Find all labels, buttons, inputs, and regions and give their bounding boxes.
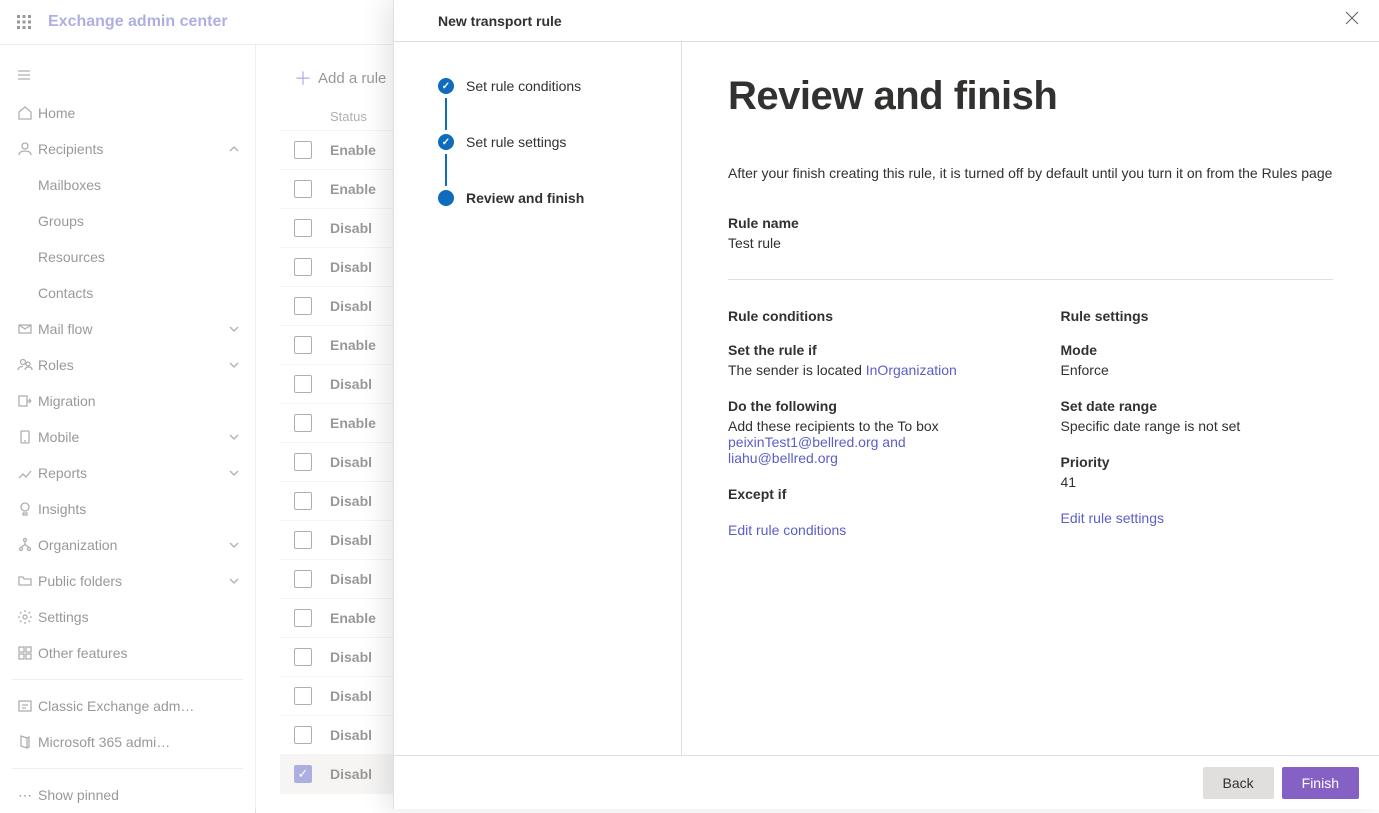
finish-button[interactable]: Finish (1282, 767, 1359, 799)
panel-title: New transport rule (438, 13, 562, 29)
date-range-label: Set date range (1061, 398, 1334, 414)
rule-name-value: Test rule (728, 235, 1333, 251)
review-heading: Review and finish (728, 74, 1333, 119)
priority-label: Priority (1061, 454, 1334, 470)
wizard-step-conditions[interactable]: Set rule conditions (438, 74, 657, 98)
wizard-step-review[interactable]: Review and finish (438, 186, 657, 210)
rule-name-label: Rule name (728, 215, 1333, 231)
step-done-icon (438, 78, 454, 94)
do-following-value: Add these recipients to the To box (728, 418, 1001, 434)
review-intro: After your finish creating this rule, it… (728, 165, 1333, 181)
section-title: Rule conditions (728, 308, 1001, 324)
review-content: Review and finish After your finish crea… (682, 42, 1379, 755)
in-organization-link[interactable]: InOrganization (866, 362, 957, 378)
wizard-step-settings[interactable]: Set rule settings (438, 130, 657, 154)
wizard-steps: Set rule conditions Set rule settings Re… (394, 42, 682, 755)
set-if-label: Set the rule if (728, 342, 1001, 358)
panel-header: New transport rule (394, 0, 1379, 42)
set-if-value: The sender is located InOrganization (728, 362, 1001, 378)
divider (728, 279, 1333, 280)
recipients-link[interactable]: peixinTest1@bellred.org and liahu@bellre… (728, 434, 1001, 466)
mode-value: Enforce (1061, 362, 1334, 378)
panel-footer: Back Finish (394, 755, 1379, 809)
priority-value: 41 (1061, 474, 1334, 490)
step-label: Set rule conditions (466, 78, 581, 94)
except-if-label: Except if (728, 486, 1001, 502)
set-if-text: The sender is located (728, 362, 866, 378)
step-label: Review and finish (466, 190, 584, 206)
step-active-icon (438, 190, 454, 206)
step-label: Set rule settings (466, 134, 566, 150)
mode-label: Mode (1061, 342, 1334, 358)
edit-settings-link[interactable]: Edit rule settings (1061, 510, 1334, 526)
back-button[interactable]: Back (1203, 767, 1274, 799)
section-title: Rule settings (1061, 308, 1334, 324)
date-range-value: Specific date range is not set (1061, 418, 1334, 434)
close-button[interactable] (1345, 11, 1359, 30)
step-done-icon (438, 134, 454, 150)
new-rule-panel: New transport rule Set rule conditions S… (393, 0, 1379, 809)
do-following-label: Do the following (728, 398, 1001, 414)
close-icon (1345, 11, 1359, 25)
edit-conditions-link[interactable]: Edit rule conditions (728, 522, 1001, 538)
rule-settings-section: Rule settings Mode Enforce Set date rang… (1061, 308, 1334, 538)
rule-conditions-section: Rule conditions Set the rule if The send… (728, 308, 1001, 538)
